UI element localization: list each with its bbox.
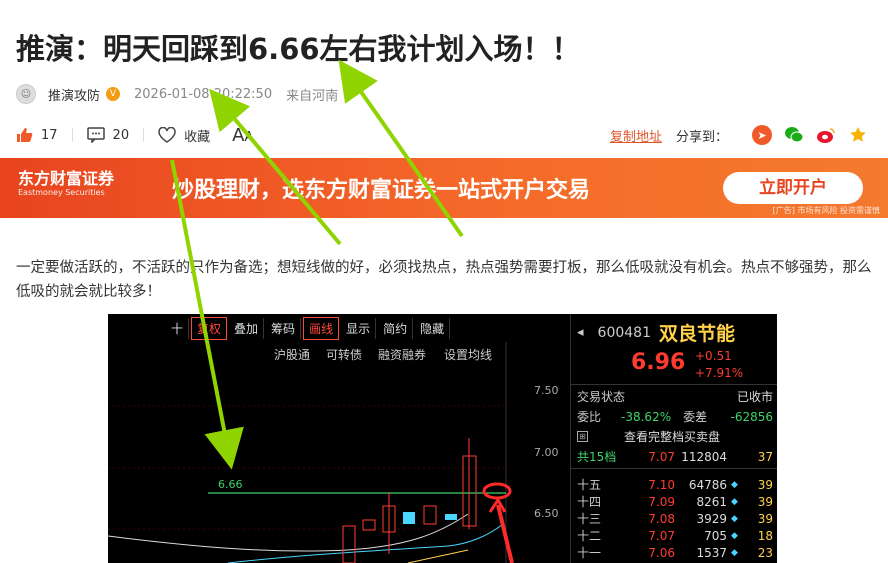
stock-name: 双良节能 [658,323,735,345]
candle-up [342,525,356,563]
quote-panel: ◂ 600481 双良节能 6.96 +0.51 +7.91% 交易状态 已收市… [570,314,777,563]
level-count: 18 [757,528,773,543]
candle-down [445,514,457,520]
share-bar: 复制地址 分享到： ➤ [610,124,868,146]
level-price: 7.09 [648,494,675,509]
avatar[interactable]: ☺ [16,84,36,104]
like-count: 17 [41,127,58,143]
level-volume: 8261 [696,494,727,509]
post-date: 2026-01-08 20:22:50 [134,86,273,102]
weibi-label: 委比 [577,410,602,424]
font-size-big: A [232,124,245,146]
divider [143,128,145,142]
order-book-row: 十二 7.07 705 ◆ 18 [577,527,773,544]
copy-link[interactable]: 复制地址 [610,126,662,145]
price-change: +0.51 [695,349,732,363]
level-price: 7.08 [648,511,675,526]
comment-icon [86,127,105,143]
level-count: 39 [757,477,773,492]
level-count: 39 [757,511,773,526]
article-title: 推演：明天回踩到6.66左右我计划入场！！ [16,32,581,66]
level-price: 7.06 [648,545,675,560]
author-name[interactable]: 推演攻防 [48,85,100,104]
book-icon: ⊞ [577,431,588,442]
diamond-icon: ◆ [731,513,738,524]
share-stock-icon[interactable]: ➤ [752,125,772,145]
font-size-small: A [244,129,254,145]
total-levels-row: 共15档 7.07 112804 37 [577,448,773,465]
level-count: 23 [757,545,773,560]
order-book-row: 十五 7.10 64786 ◆ 39 [577,476,773,493]
level-count: 39 [757,494,773,509]
article-actions: 17 20 收藏 AA [16,124,253,146]
kline-plot [108,342,508,563]
quote-header: ◂ 600481 双良节能 [577,323,773,345]
share-favorite-star-icon[interactable] [848,125,868,145]
diamond-icon: ◆ [731,496,738,507]
weicha-label: 委差 [683,410,708,424]
level-volume: 3929 [696,511,727,526]
level-volume: 705 [704,528,727,543]
level-label: 十一 [577,546,602,560]
comment-count: 20 [112,127,130,143]
total-count: 37 [757,449,773,464]
banner-slogan: 炒股理财，选东方财富证券一站式开户交易 [172,178,591,203]
weibi-row: 委比 -38.62% 委差 -62856 [577,408,773,425]
favorite-label: 收藏 [184,129,211,145]
post-location: 来自河南 [286,88,339,104]
page: 推演：明天回踩到6.66左右我计划入场！！ ☺ 推演攻防 V 2026-01-0… [0,0,888,563]
share-weibo-icon[interactable] [816,125,836,145]
ad-banner[interactable]: 东方财富证券 Eastmoney Securities 炒股理财，选东方财富证券… [0,158,888,218]
ma-line-yellow [407,549,469,563]
banner-disclaimer: [广告] 市场有风险 投资需谨慎 [772,206,880,215]
weibi-value: -38.62% [621,409,672,424]
level-price: 7.07 [648,528,675,543]
favorite-button[interactable]: 收藏 [158,126,210,145]
full-book-link[interactable]: 查看完整档买卖盘 [624,428,720,445]
heart-icon [158,127,176,143]
article-paragraph: 一定要做活跃的，不活跃的只作为备选；想短线做的好，必须找热点，热点强势需要打板，… [16,260,872,300]
total-price: 7.07 [648,449,675,464]
like-button[interactable]: 17 [16,127,58,143]
level-volume: 64786 [688,477,727,492]
last-price: 6.96 [631,350,686,375]
open-account-button[interactable]: 立即开户 [723,172,863,204]
diamond-icon: ◆ [731,530,738,541]
diamond-icon: ◆ [731,479,738,490]
candle-up [423,505,437,525]
weicha-value: -62856 [730,409,773,424]
order-book-row: 十一 7.06 1537 ◆ 23 [577,544,773,561]
font-size-toggle[interactable]: AA [232,125,253,146]
thumbs-up-icon [17,128,33,142]
stock-code: 600481 [597,324,651,341]
share-wechat-icon[interactable] [784,125,804,145]
price-change-pct: +7.91% [695,366,744,380]
total-volume: 112804 [681,449,727,464]
diamond-icon: ◆ [731,547,738,558]
article-meta: ☺ 推演攻防 V 2026-01-08 20:22:50 来自河南 [16,84,338,104]
full-book-row[interactable]: ⊞ 查看完整档买卖盘 [577,428,773,445]
status-row: 交易状态 已收市 [577,388,773,405]
level-label: 十五 [577,478,602,492]
status-label: 交易状态 [577,390,626,404]
order-book-row: 十三 7.08 3929 ◆ 39 [577,510,773,527]
candles [342,438,477,563]
candle-down [403,512,415,524]
brand-name-cn: 东方财富证券 [18,169,115,188]
level-price: 7.10 [648,477,675,492]
level-volume: 1537 [696,545,727,560]
brand-name-en: Eastmoney Securities [18,188,105,197]
level-label: 十二 [577,529,602,543]
total-label: 共15档 [577,450,617,464]
level-label: 十三 [577,512,602,526]
share-label: 分享到： [675,129,728,145]
brand-logo: 东方财富证券 Eastmoney Securities [18,170,114,198]
level-label: 十四 [577,495,602,509]
verified-icon: V [106,87,121,101]
kline-chart-screenshot: 十 复权 叠加 筹码 画线 显示 简约 隐藏 沪股通 可转债 融资融券 设置均线… [108,314,777,563]
status-value: 已收市 [736,390,773,404]
order-book-row: 十四 7.09 8261 ◆ 39 [577,493,773,510]
divider [71,128,73,142]
comment-button[interactable]: 20 [86,127,130,143]
